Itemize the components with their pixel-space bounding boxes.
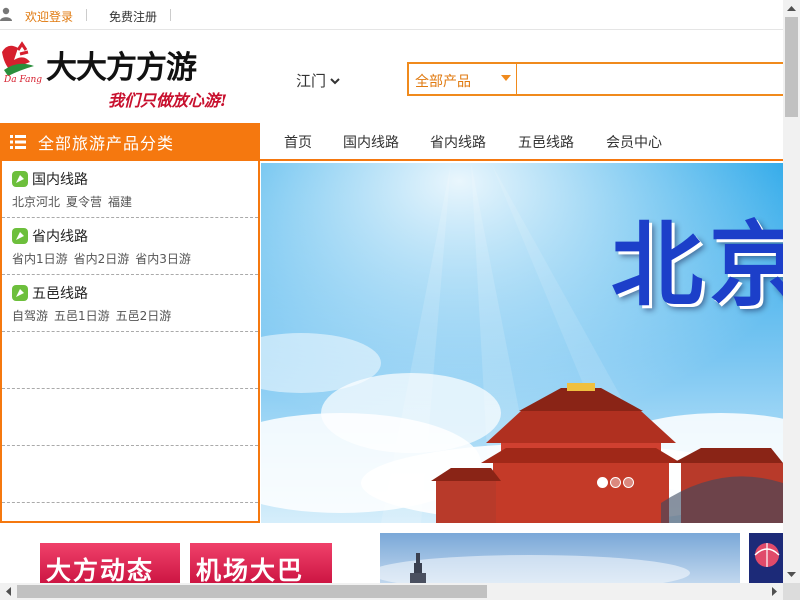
category-title: 五邑线路: [32, 286, 88, 302]
nav-member-center[interactable]: 会员中心: [606, 132, 662, 152]
scroll-up-arrow-icon[interactable]: [783, 0, 800, 17]
vertical-scrollbar[interactable]: [783, 0, 800, 583]
category-item-province[interactable]: 省内线路 省内1日游 省内2日游 省内3日游: [2, 218, 258, 275]
category-empty-row: [2, 446, 258, 503]
category-sub-link[interactable]: 五邑2日游: [116, 307, 172, 324]
search-input[interactable]: [519, 64, 783, 94]
page-viewport: 欢迎登录 免费注册 Da Fang 大大方方游 我们只做放心游! 江门 全部产品: [0, 0, 783, 583]
category-sub-link[interactable]: 福建: [108, 193, 132, 210]
hero-banner[interactable]: 北京: [261, 163, 783, 523]
route-icon: [12, 171, 28, 187]
nav-province[interactable]: 省内线路: [430, 132, 486, 152]
category-menu-title: 全部旅游产品分类: [38, 134, 175, 153]
search-box: 全部产品: [407, 62, 783, 96]
category-sub-link[interactable]: 省内1日游: [12, 250, 68, 267]
logo-slogan: 我们只做放心游!: [108, 91, 227, 110]
category-item-wuyi[interactable]: 五邑线路 自驾游 五邑1日游 五邑2日游: [2, 275, 258, 332]
category-title: 省内线路: [32, 229, 88, 245]
logo-text: 大大方方游: [46, 50, 197, 86]
city-label: 江门: [296, 72, 327, 90]
category-sub-link[interactable]: 五邑1日游: [54, 307, 110, 324]
logo-graphic: Da Fang 大大方方游 我们只做放心游!: [2, 41, 227, 110]
nav-domestic[interactable]: 国内线路: [343, 132, 399, 152]
chevron-down-icon: [330, 77, 340, 84]
vertical-scroll-thumb[interactable]: [785, 17, 798, 117]
scroll-right-arrow-icon[interactable]: [766, 583, 783, 600]
carousel-dot[interactable]: [623, 477, 634, 488]
scroll-left-arrow-icon[interactable]: [0, 583, 17, 600]
user-icon: [0, 7, 12, 21]
skyline-image: [380, 553, 690, 583]
route-icon: [12, 228, 28, 244]
category-sub-link[interactable]: 夏令营: [66, 193, 102, 210]
dropdown-arrow-icon: [501, 75, 511, 81]
top-bar: 欢迎登录 免费注册: [0, 0, 783, 30]
balloon-image: [754, 543, 780, 567]
search-category-label: 全部产品: [415, 74, 471, 90]
category-sub-link[interactable]: 省内3日游: [135, 250, 191, 267]
category-empty-row: [2, 332, 258, 389]
register-link[interactable]: 免费注册: [109, 8, 157, 25]
carousel-indicators: [597, 477, 634, 488]
route-icon: [12, 285, 28, 301]
carousel-dot[interactable]: [610, 477, 621, 488]
banner-title: 北京: [611, 211, 783, 319]
main-nav: 首页 国内线路 省内线路 五邑线路 会员中心: [260, 123, 783, 161]
category-sub-link[interactable]: 省内2日游: [74, 250, 130, 267]
horizontal-scrollbar[interactable]: [0, 583, 783, 600]
nav-home[interactable]: 首页: [284, 132, 312, 152]
search-category-select[interactable]: 全部产品: [409, 64, 517, 94]
category-item-domestic[interactable]: 国内线路 北京河北 夏令营 福建: [2, 161, 258, 218]
login-link[interactable]: 欢迎登录: [25, 8, 73, 25]
city-selector[interactable]: 江门: [296, 70, 340, 91]
svg-text:Da Fang: Da Fang: [3, 75, 42, 85]
site-logo[interactable]: Da Fang 大大方方游 我们只做放心游!: [0, 40, 265, 112]
category-empty-row: [2, 389, 258, 446]
nav-wuyi[interactable]: 五邑线路: [518, 132, 574, 152]
balloon-photo[interactable]: [749, 533, 783, 583]
divider: [86, 9, 87, 21]
horizontal-scroll-thumb[interactable]: [17, 585, 487, 598]
scrollbar-corner: [783, 583, 800, 600]
category-menu-header[interactable]: 全部旅游产品分类: [0, 123, 260, 161]
scroll-down-arrow-icon[interactable]: [783, 566, 800, 583]
category-panel: 国内线路 北京河北 夏令营 福建 省内线路 省内1日游 省内2日游 省内3日游: [0, 161, 260, 523]
divider: [170, 9, 171, 21]
promo-dynamic[interactable]: 大方动态: [40, 543, 180, 583]
category-sub-link[interactable]: 北京河北: [12, 193, 60, 210]
carousel-dot[interactable]: [597, 477, 608, 488]
city-photo[interactable]: [380, 533, 740, 583]
category-sub-link[interactable]: 自驾游: [12, 307, 48, 324]
list-menu-icon: [10, 135, 26, 149]
category-title: 国内线路: [32, 172, 88, 188]
promo-airport-bus[interactable]: 机场大巴: [190, 543, 332, 583]
